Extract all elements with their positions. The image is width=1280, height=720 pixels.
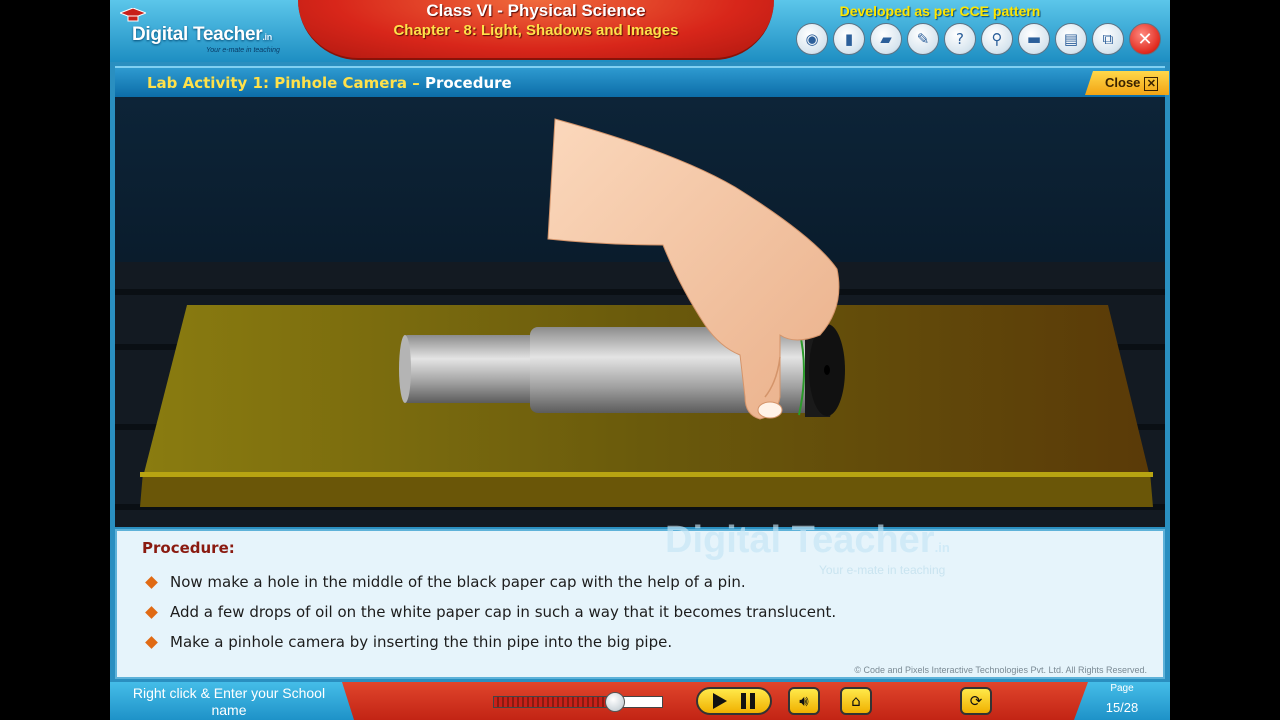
volume-button[interactable]: 🔊︎ [788, 687, 820, 715]
app-window: Digital Teacher.in Your e-mate in teachi… [110, 0, 1170, 720]
camera-icon[interactable]: ◉ [796, 23, 828, 55]
slider-handle[interactable] [604, 692, 625, 712]
cce-label: Developed as per CCE pattern [839, 3, 1041, 19]
notepad-icon[interactable]: ✎ [907, 23, 939, 55]
activity-title: Lab Activity 1: Pinhole Camera – Procedu… [147, 74, 512, 92]
page-label: Page [1110, 683, 1134, 694]
graduation-cap-icon [120, 8, 146, 22]
logo-wordmark: Digital Teacher.in [132, 24, 272, 45]
lab-scene-illustration [115, 97, 1165, 527]
pause-icon [741, 693, 755, 709]
diamond-bullet-icon [145, 575, 158, 589]
dictionary-icon[interactable]: ▤ [1055, 23, 1087, 55]
play-icon [713, 693, 727, 709]
list-item: Add a few drops of oil on the white pape… [145, 597, 836, 627]
close-x-icon: ✕ [1144, 76, 1159, 91]
school-name-box[interactable]: Right click & Enter your School name [110, 682, 354, 720]
search-icon[interactable]: ⚲ [981, 23, 1013, 55]
speaker-icon: 🔊︎ [799, 692, 809, 710]
page-number: 15/28 [1105, 700, 1139, 715]
digital-teacher-logo: Digital Teacher.in Your e-mate in teachi… [116, 6, 286, 56]
header: Digital Teacher.in Your e-mate in teachi… [110, 0, 1170, 62]
school-prompt: Right click & Enter your School name [132, 685, 326, 718]
list-item: Make a pinhole camera by inserting the t… [145, 627, 836, 657]
play-pause-button[interactable] [696, 687, 772, 715]
ebook-icon[interactable]: ▮ [833, 23, 865, 55]
chapter-title: Chapter - 8: Light, Shadows and Images [393, 22, 679, 39]
home-icon: ⌂ [851, 692, 861, 710]
thin-pipe [402, 335, 542, 403]
procedure-panel: Digital Teacher.in Your e-mate in teachi… [115, 519, 1165, 679]
watermark-logo: Digital Teacher.in [665, 519, 950, 561]
pinhole-camera-illustration [115, 97, 1165, 527]
title-banner: Class VI - Physical Science Chapter - 8:… [298, 0, 774, 60]
table-edge [140, 472, 1153, 507]
window-resize-icon[interactable]: ⧉ [1092, 23, 1124, 55]
watermark-tagline: Your e-mate in teaching [819, 563, 946, 577]
progress-slider[interactable] [493, 692, 663, 712]
page-indicator: Page 15/28 [1074, 682, 1170, 720]
close-button[interactable]: Close ✕ [1085, 71, 1169, 95]
close-icon[interactable]: ✕ [1129, 23, 1161, 55]
big-pipe [530, 327, 830, 413]
logo-tagline: Your e-mate in teaching [206, 47, 280, 54]
diamond-bullet-icon [145, 635, 158, 649]
replay-icon: ⟳ [969, 692, 983, 710]
replay-button[interactable]: ⟳ [960, 687, 992, 715]
book-icon[interactable]: ▬ [1018, 23, 1050, 55]
help-icon[interactable]: ? [944, 23, 976, 55]
procedure-list: Now make a hole in the middle of the bla… [145, 567, 836, 657]
notebook-icon[interactable]: ▰ [870, 23, 902, 55]
home-button[interactable]: ⌂ [840, 687, 872, 715]
footer: Right click & Enter your School name 🔊︎ … [110, 682, 1170, 720]
toolbar: ◉ ▮ ▰ ✎ ? ⚲ ▬ ▤ ⧉ ✕ [796, 23, 1161, 57]
copyright-text: © Code and Pixels Interactive Technologi… [854, 665, 1147, 675]
list-item: Now make a hole in the middle of the bla… [145, 567, 836, 597]
class-title: Class VI - Physical Science [426, 1, 646, 20]
progress-fill [494, 697, 615, 707]
activity-bar: Lab Activity 1: Pinhole Camera – Procedu… [115, 66, 1169, 97]
procedure-heading: Procedure: [142, 539, 235, 557]
diamond-bullet-icon [145, 605, 158, 619]
